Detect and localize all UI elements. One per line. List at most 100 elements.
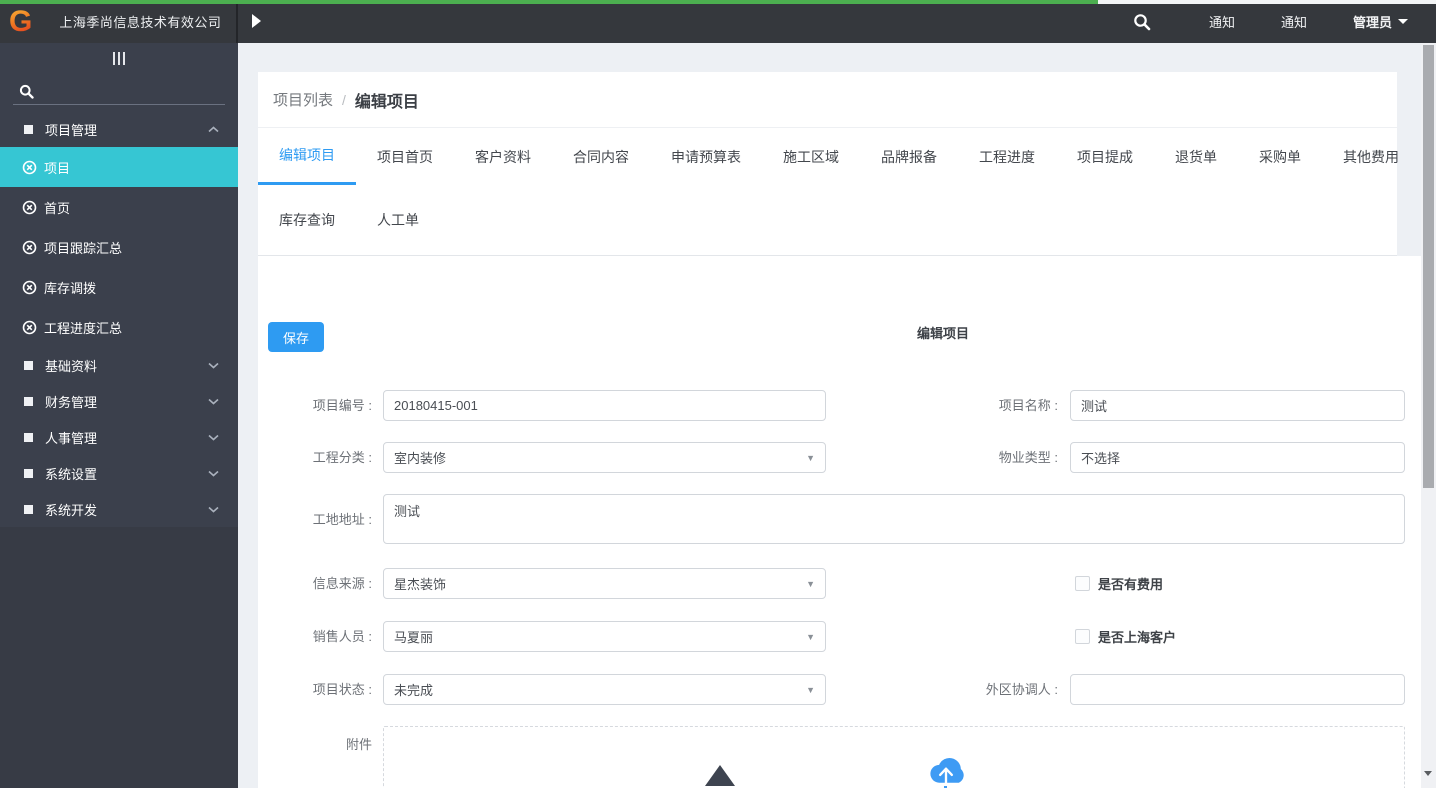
- tab-labor-order[interactable]: 人工单: [356, 185, 440, 256]
- sales-person-label: 销售人员 :: [312, 629, 372, 644]
- chevron-down-icon: [1398, 19, 1408, 24]
- tab-customer-info[interactable]: 客户资料: [454, 128, 552, 185]
- site-address-label: 工地地址 :: [312, 512, 372, 527]
- checkbox-icon: [1075, 629, 1090, 644]
- attachment-label: 附件: [345, 737, 372, 752]
- circle-x-icon: [22, 280, 37, 295]
- sidebar-search-input[interactable]: [13, 76, 225, 105]
- tab-purchase-order[interactable]: 采购单: [1238, 128, 1322, 185]
- chevron-down-icon: ▼: [806, 578, 815, 589]
- tab-project-commission[interactable]: 项目提成: [1056, 128, 1154, 185]
- tab-edit-project[interactable]: 编辑项目: [258, 128, 356, 185]
- user-menu[interactable]: 管理员: [1353, 12, 1408, 31]
- sidebar-menu: 项目管理 项目 首页项目跟踪汇总 库存调拨工程进度汇总 基础资料财务管理人事管理系统设置…: [0, 111, 238, 527]
- content-header-card: 项目列表 / 编辑项目 编辑项目 项目首页 客户资料 合同内容 申请预算表 施工区域 品牌报…: [258, 72, 1399, 256]
- chevron-down-icon: ▼: [806, 631, 815, 642]
- tab-project-progress[interactable]: 工程进度: [958, 128, 1056, 185]
- sales-person-select[interactable]: 马夏丽 ▼: [383, 621, 826, 652]
- sidebar-item-label: 项目跟踪汇总: [44, 240, 123, 256]
- project-category-select[interactable]: 室内装修 ▼: [383, 442, 826, 473]
- sidebar-item-project[interactable]: 项目: [0, 147, 238, 187]
- sidebar-expand-play-icon[interactable]: [252, 14, 261, 28]
- sidebar-section-finance-management[interactable]: 财务管理: [0, 383, 238, 419]
- tab-construction-area[interactable]: 施工区域: [762, 128, 860, 185]
- has-fee-checkbox[interactable]: 是否有费用: [1075, 574, 1163, 593]
- topbar-actions: 通知 通知 管理员: [1133, 0, 1436, 43]
- circle-x-icon: [22, 160, 37, 175]
- project-name-input[interactable]: [1070, 390, 1405, 421]
- tab-budget-request[interactable]: 申请预算表: [650, 128, 762, 185]
- checkbox-icon: [1075, 576, 1090, 591]
- tab-project-home[interactable]: 项目首页: [356, 128, 454, 185]
- square-icon: [24, 360, 33, 370]
- sidebar-section-label: 基础资料: [45, 358, 98, 374]
- chevron-down-icon: ▼: [806, 452, 815, 463]
- project-status-value: 未完成: [394, 683, 434, 698]
- project-no-input[interactable]: [383, 390, 826, 421]
- tabs-row-2: 库存查询 人工单: [258, 185, 1397, 256]
- vertical-scrollbar[interactable]: [1421, 43, 1436, 788]
- scrollbar-thumb[interactable]: [1423, 45, 1434, 488]
- chevron-down-icon: ▼: [806, 684, 815, 695]
- notification-link-1[interactable]: 通知: [1209, 12, 1235, 31]
- info-source-select[interactable]: 星杰装饰 ▼: [383, 568, 826, 599]
- breadcrumb-parent[interactable]: 项目列表: [273, 89, 333, 110]
- sidebar: 项目管理 项目 首页项目跟踪汇总 库存调拨工程进度汇总 基础资料财务管理人事管理系统设置…: [0, 43, 238, 788]
- chevron-down-icon: [208, 434, 219, 441]
- outer-coordinator-input[interactable]: [1070, 674, 1405, 705]
- sidebar-section-system-settings[interactable]: 系统设置: [0, 455, 238, 491]
- is-shanghai-customer-checkbox[interactable]: 是否上海客户: [1075, 627, 1176, 646]
- property-type-value: 不选择: [1081, 451, 1121, 466]
- is-shanghai-customer-label: 是否上海客户: [1098, 630, 1177, 645]
- topbar: G 上海季尚信息技术有效公司 通知 通知 管理员: [0, 0, 1436, 43]
- sidebar-item-home[interactable]: 首页: [0, 187, 238, 227]
- edit-project-form: 保存 编辑项目 项目编号 : 项目名称 : 工程分类 : 室内装修 ▼ 物业类型…: [258, 256, 1421, 788]
- search-icon: [19, 84, 34, 99]
- sidebar-item-label: 库存调拨: [44, 280, 97, 296]
- sidebar-section-system-development[interactable]: 系统开发: [0, 491, 238, 527]
- sidebar-section-label: 人事管理: [45, 430, 98, 446]
- sidebar-section-label: 系统设置: [45, 466, 98, 482]
- search-icon[interactable]: [1133, 13, 1151, 31]
- tab-other-fees[interactable]: 其他费用: [1322, 128, 1420, 185]
- scroll-to-top-icon[interactable]: [705, 765, 735, 786]
- sidebar-collapse-icon[interactable]: [0, 43, 238, 73]
- brand-area[interactable]: G 上海季尚信息技术有效公司: [0, 0, 238, 43]
- project-name-label: 项目名称 :: [998, 398, 1058, 413]
- sidebar-section-hr-management[interactable]: 人事管理: [0, 419, 238, 455]
- tab-contract-content[interactable]: 合同内容: [552, 128, 650, 185]
- sidebar-section-label: 财务管理: [45, 394, 98, 410]
- square-icon: [24, 504, 33, 514]
- attachment-dropzone[interactable]: [383, 726, 1405, 788]
- notification-link-2[interactable]: 通知: [1281, 12, 1307, 31]
- tab-brand-filing[interactable]: 品牌报备: [860, 128, 958, 185]
- chevron-down-icon: [208, 470, 219, 477]
- sidebar-section-basic-data[interactable]: 基础资料: [0, 347, 238, 383]
- sidebar-item-progress-summary[interactable]: 工程进度汇总: [0, 307, 238, 347]
- info-source-value: 星杰装饰: [394, 577, 447, 592]
- sidebar-item-label: 工程进度汇总: [44, 320, 123, 336]
- save-button[interactable]: 保存: [268, 322, 324, 352]
- outer-coordinator-label: 外区协调人 :: [985, 682, 1058, 697]
- square-icon: [24, 432, 33, 442]
- tab-inventory-query[interactable]: 库存查询: [258, 185, 356, 256]
- chevron-down-icon: [208, 398, 219, 405]
- property-type-select[interactable]: 不选择: [1070, 442, 1405, 473]
- chevron-down-icon: [208, 506, 219, 513]
- scrollbar-down-arrow-icon[interactable]: [1424, 771, 1432, 776]
- project-status-select[interactable]: 未完成 ▼: [383, 674, 826, 705]
- project-category-value: 室内装修: [394, 451, 447, 466]
- breadcrumb-separator: /: [342, 91, 346, 108]
- sidebar-section-label: 系统开发: [45, 502, 98, 518]
- sidebar-section-project-management[interactable]: 项目管理: [0, 111, 238, 147]
- square-icon: [24, 124, 33, 134]
- cloud-upload-icon[interactable]: [921, 752, 971, 788]
- project-category-label: 工程分类 :: [312, 450, 372, 465]
- tabs-row-1: 编辑项目 项目首页 客户资料 合同内容 申请预算表 施工区域 品牌报备 工程进度 项目提成 退货单…: [258, 128, 1399, 185]
- site-address-textarea[interactable]: 测试: [383, 494, 1405, 544]
- tab-return-order[interactable]: 退货单: [1154, 128, 1238, 185]
- sidebar-item-project-tracking-summary[interactable]: 项目跟踪汇总: [0, 227, 238, 267]
- project-status-label: 项目状态 :: [312, 682, 372, 697]
- has-fee-label: 是否有费用: [1098, 577, 1164, 592]
- sidebar-item-inventory-transfer[interactable]: 库存调拨: [0, 267, 238, 307]
